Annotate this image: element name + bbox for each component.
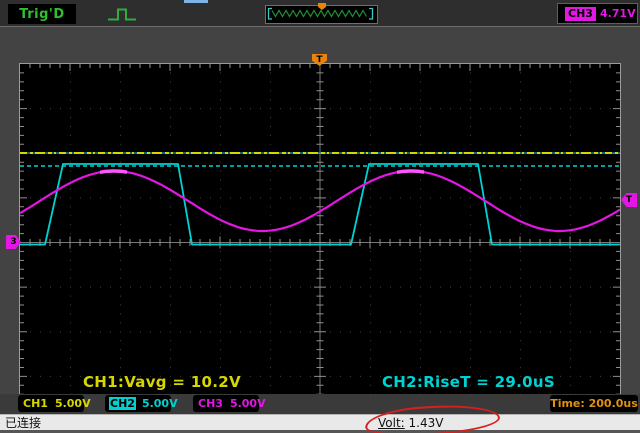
measurement-ch2-riset: CH2:RiseT = 29.0uS [382,373,555,391]
top-bar: Trig'D CH3 4.71V [0,0,640,27]
oscilloscope-app: Trig'D CH3 4.71V T 3 T CH1:Vavg = 10.2V … [0,0,640,433]
trigger-status-badge: Trig'D [8,4,76,24]
trigger-settings[interactable]: CH3 4.71V [557,3,638,24]
channel-scale: 5.00V [230,397,266,410]
channel-scale: 5.00V [55,397,91,410]
window-edge-artifact [184,0,208,3]
channel-button-ch1[interactable]: CH15.00V [18,395,84,412]
trigger-level-value: 4.71V [600,7,636,20]
waveform-plot [19,63,621,422]
connection-status: 已连接 [5,416,41,430]
channel-label: CH2 [109,397,136,410]
channel-label: CH3 [197,397,224,410]
channel-button-ch3[interactable]: CH35.00V [193,395,259,412]
channel-label: CH1 [22,397,49,410]
trigger-level-marker[interactable]: T [621,193,637,207]
channel-scale: 5.00V [142,397,178,410]
trigger-source-badge[interactable]: CH3 [565,7,596,21]
channel-button-ch2[interactable]: CH25.00V [105,395,171,412]
timebase-button[interactable]: Time: 200.0us [550,395,638,412]
status-bar: 已连接 Volt: 1.43V [0,414,640,431]
channel-bar: Time: 200.0us CH15.00VCH25.00VCH35.00V [0,394,640,414]
measurement-ch1-vavg: CH1:Vavg = 10.2V [83,373,241,391]
pulse-shape-icon [107,6,137,22]
scope-display: T 3 T CH1:Vavg = 10.2V CH2:RiseT = 29.0u… [0,27,640,394]
